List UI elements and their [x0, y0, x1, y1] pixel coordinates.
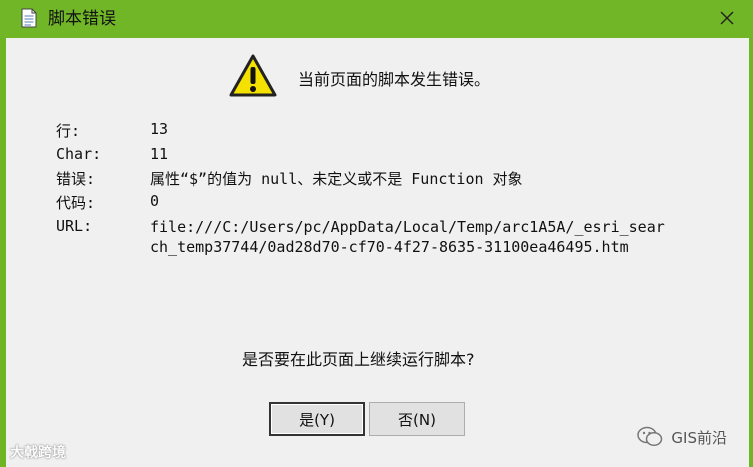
close-button[interactable] [715, 6, 739, 30]
error-value: 属性“$”的值为 null、未定义或不是 Function 对象 [150, 170, 523, 188]
error-headline: 当前页面的脚本发生错误。 [298, 70, 491, 89]
url-value: file:///C:/Users/pc/AppData/Local/Temp/a… [150, 218, 665, 256]
script-error-dialog: 脚本错误 当前页面的脚本发生错误。 行: 13 Char: 11 错误: 属性“… [0, 0, 753, 467]
watermark-right: GIS前沿 [637, 426, 727, 448]
continue-question: 是否要在此页面上继续运行脚本? [242, 350, 475, 369]
document-icon [21, 8, 37, 28]
code-value: 0 [150, 192, 160, 210]
watermark-right-text: GIS前沿 [671, 428, 727, 447]
line-label: 行: [56, 122, 81, 140]
watermark-left: 大戟跨境 [10, 445, 66, 461]
yes-button[interactable]: 是(Y) [269, 402, 365, 436]
wechat-icon [637, 426, 663, 447]
char-label: Char: [56, 145, 102, 163]
window-title: 脚本错误 [48, 9, 116, 29]
char-value: 11 [150, 145, 169, 163]
code-label: 代码: [56, 194, 96, 212]
error-label: 错误: [56, 170, 96, 188]
url-label: URL: [56, 217, 93, 235]
title-bar[interactable]: 脚本错误 [0, 0, 753, 38]
no-button[interactable]: 否(N) [369, 402, 465, 436]
close-icon [720, 11, 734, 25]
warning-icon [229, 54, 277, 97]
line-value: 13 [150, 120, 169, 138]
